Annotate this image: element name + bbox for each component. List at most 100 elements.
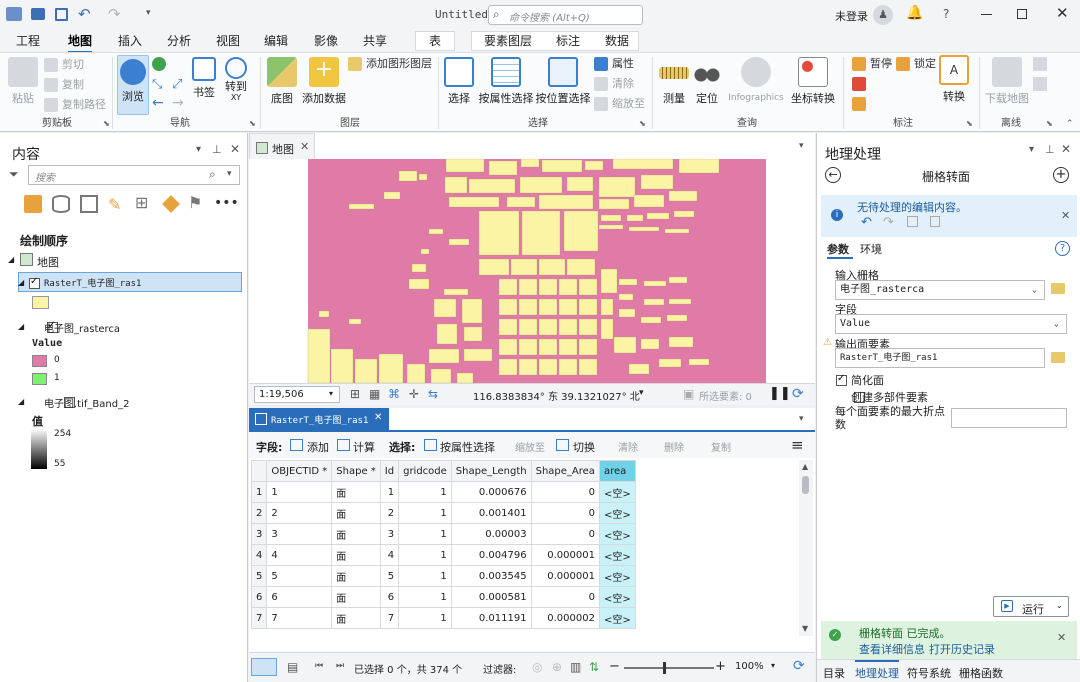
- cell-gridcode[interactable]: 1: [398, 481, 452, 503]
- close-map-tab-icon[interactable]: ✕: [300, 140, 309, 153]
- cell-gridcode[interactable]: 1: [398, 586, 452, 608]
- column-header-objectid[interactable]: OBJECTID *: [266, 460, 333, 482]
- clear-selection-button[interactable]: 清除: [594, 75, 634, 93]
- scroll-up-icon[interactable]: ▲: [802, 462, 808, 471]
- cell-shape-area[interactable]: 0: [530, 481, 600, 503]
- attributes-button[interactable]: 属性: [594, 55, 634, 73]
- cell-shape[interactable]: 面: [331, 481, 381, 503]
- table-row[interactable]: 1 1 面 1 1 0.000676 0 <空>: [251, 481, 636, 503]
- delete-rows-button[interactable]: 删除: [664, 439, 684, 454]
- zoom-slider-thumb[interactable]: [663, 662, 666, 674]
- tab-edit[interactable]: 编辑: [264, 32, 288, 50]
- show-all-records-icon[interactable]: [251, 658, 277, 676]
- cell-shape-area[interactable]: 0.000001: [530, 565, 600, 587]
- pin-icon[interactable]: ⊥: [212, 143, 222, 156]
- cell-objectid[interactable]: 6: [266, 586, 333, 608]
- last-record-icon[interactable]: ⏭: [336, 661, 344, 671]
- column-header-area[interactable]: area: [598, 460, 636, 482]
- list-by-selection-icon[interactable]: [80, 195, 98, 213]
- browse-folder-icon[interactable]: [1051, 283, 1065, 294]
- row-selector-header[interactable]: [251, 460, 268, 482]
- project-icon[interactable]: [6, 7, 22, 21]
- minimize-button[interactable]: [981, 14, 992, 15]
- tab-parameters[interactable]: 参数: [827, 241, 849, 257]
- cell-area[interactable]: <空>: [598, 481, 636, 503]
- zoom-to-selection-button[interactable]: 缩放至: [594, 95, 645, 113]
- expand-map-icon[interactable]: ◢: [8, 255, 14, 264]
- remove-offline-icon[interactable]: [1033, 77, 1047, 91]
- layer1-visibility-checkbox[interactable]: [29, 276, 40, 289]
- close-button[interactable]: ✕: [1056, 4, 1069, 22]
- add-icon[interactable]: +: [1053, 167, 1069, 183]
- notifications-icon[interactable]: 🔔: [906, 5, 923, 21]
- select-by-attributes-table-button[interactable]: 按属性选择: [440, 439, 495, 455]
- cell-area[interactable]: <空>: [598, 607, 636, 629]
- cell-id[interactable]: 3: [379, 523, 400, 545]
- map-canvas[interactable]: [249, 159, 815, 383]
- show-selected-records-icon[interactable]: ▤: [287, 660, 298, 674]
- previous-extent-icon[interactable]: ←: [152, 95, 164, 111]
- lock-labels-button[interactable]: 锁定: [896, 55, 936, 73]
- crosshair-icon[interactable]: ✛: [409, 387, 419, 401]
- scale-input[interactable]: 1:19,506 ▾: [254, 386, 340, 403]
- tab-analysis[interactable]: 分析: [167, 32, 191, 50]
- contents-search-input[interactable]: 搜索 ⌕ ▾: [28, 165, 240, 185]
- pause-labeling-button[interactable]: 暂停: [852, 55, 892, 73]
- save-edits-icon[interactable]: [907, 216, 918, 227]
- close-table-tab-icon[interactable]: ✕: [374, 412, 382, 423]
- tab-table[interactable]: 表: [429, 32, 441, 50]
- row-selector[interactable]: 5: [251, 565, 268, 587]
- pane-options-icon[interactable]: ▾: [196, 144, 201, 155]
- switch-selection-button[interactable]: 切换: [573, 439, 595, 455]
- cell-gridcode[interactable]: 1: [398, 502, 452, 524]
- labeling-launcher-icon[interactable]: ⬊: [966, 119, 973, 128]
- cell-gridcode[interactable]: 1: [398, 523, 452, 545]
- cell-gridcode[interactable]: 1: [398, 607, 452, 629]
- cell-area[interactable]: <空>: [598, 502, 636, 524]
- unplaced-labels-icon[interactable]: [852, 77, 866, 91]
- simplify-checkbox[interactable]: [836, 373, 847, 386]
- list-by-charts-icon[interactable]: ⚑: [188, 193, 202, 212]
- list-by-editing-icon[interactable]: ✎: [108, 195, 121, 214]
- sort-icon[interactable]: ⇅: [589, 660, 599, 674]
- tool-help-icon[interactable]: ?: [1055, 241, 1070, 256]
- close-pane-icon[interactable]: ✕: [230, 142, 240, 156]
- row-selector[interactable]: 6: [251, 586, 268, 608]
- refresh-icon[interactable]: ⟳: [792, 386, 804, 402]
- list-by-source-icon[interactable]: [52, 195, 70, 213]
- pin-icon[interactable]: ⊥: [1045, 143, 1055, 156]
- maximize-button[interactable]: [1017, 9, 1027, 19]
- layer1-symbol[interactable]: [32, 296, 49, 309]
- next-extent-icon[interactable]: →: [172, 95, 184, 111]
- table-row[interactable]: 6 6 面 6 1 0.000581 0 <空>: [251, 586, 636, 608]
- field-dropdown-icon[interactable]: ⌄: [1054, 315, 1059, 333]
- tab-view[interactable]: 视图: [216, 32, 240, 50]
- add-field-icon[interactable]: [290, 439, 303, 451]
- calculate-field-button[interactable]: 计算: [353, 439, 375, 455]
- cell-shape[interactable]: 面: [331, 565, 381, 587]
- redo-edit-icon[interactable]: ↷: [883, 215, 894, 230]
- customize-qat-icon[interactable]: ▾: [146, 8, 151, 18]
- copy-rows-button[interactable]: 复制: [711, 439, 731, 454]
- filter-selection-icon[interactable]: ⊕: [552, 660, 562, 674]
- refresh-table-icon[interactable]: ⟳: [793, 658, 805, 674]
- undo-edit-icon[interactable]: ↶: [861, 215, 872, 230]
- copy-path-button[interactable]: 复制路径: [44, 96, 106, 114]
- expand-layer3-icon[interactable]: ◢: [18, 397, 24, 406]
- layer3-stretch-ramp[interactable]: [31, 429, 47, 469]
- list-by-snapping-icon[interactable]: ⊞: [135, 193, 148, 212]
- list-by-labeling-icon[interactable]: [162, 195, 180, 213]
- add-graphics-layer-button[interactable]: 添加图形图层: [348, 55, 432, 73]
- avatar[interactable]: ♟: [873, 5, 893, 25]
- browse-output-icon[interactable]: [1051, 352, 1065, 363]
- pause-drawing-icon[interactable]: ❚❚: [769, 386, 791, 401]
- calculate-field-icon[interactable]: [337, 439, 350, 451]
- filter-extent-icon[interactable]: ◎: [532, 660, 542, 674]
- filter-icon[interactable]: ⏷: [9, 167, 19, 182]
- layer2-name[interactable]: 电子图_rasterca: [44, 320, 120, 335]
- close-banner-icon[interactable]: ✕: [1061, 209, 1070, 222]
- cell-objectid[interactable]: 7: [266, 607, 333, 629]
- cell-shape-area[interactable]: 0.000001: [530, 544, 600, 566]
- snapping-icon[interactable]: ⌘: [388, 387, 400, 401]
- back-icon[interactable]: ←: [825, 167, 841, 183]
